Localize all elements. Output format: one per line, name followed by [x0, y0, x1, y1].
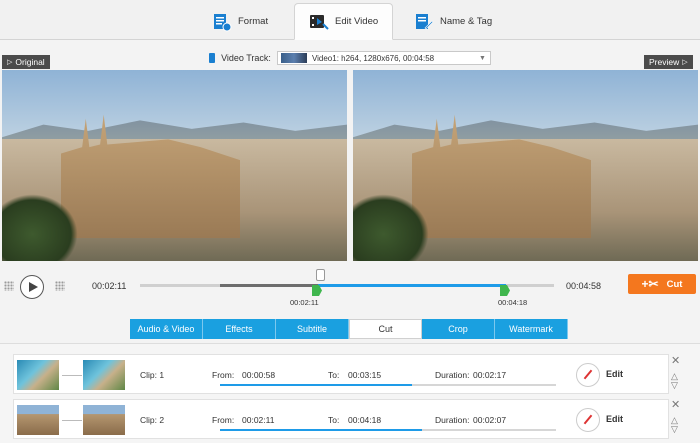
tab-subtitle[interactable]: Subtitle [276, 319, 349, 339]
tab-edit-video[interactable]: Edit Video [294, 3, 394, 40]
clip-1-duration-label: Duration: [435, 370, 470, 380]
start-marker-time: 00:02:11 [290, 298, 319, 307]
cut-button-label: Cut [666, 278, 683, 290]
end-marker-time: 00:04:18 [498, 298, 528, 307]
clip-row-2[interactable]: Clip: 2 From: 00:02:11 To: 00:04:18 Dura… [13, 399, 669, 439]
tab-edit-video-label: Edit Video [335, 16, 379, 27]
play-small-icon: ▷ [7, 59, 13, 66]
cut-button[interactable]: +✂ Cut [628, 274, 696, 294]
tab-crop[interactable]: Crop [422, 319, 495, 339]
clip-row-1[interactable]: Clip: 1 From: 00:00:58 To: 00:03:15 Dura… [13, 354, 669, 394]
edit-pencil-icon[interactable] [576, 363, 600, 387]
left-grip-icon[interactable] [4, 281, 14, 291]
clip-1-name: Clip: 1 [140, 370, 165, 380]
video-track-select[interactable]: Video1: h264, 1280x676, 00:04:58 ▼ [276, 51, 491, 65]
clip-list: Clip: 1 From: 00:00:58 To: 00:03:15 Dura… [0, 343, 700, 443]
clip-2-edit-button[interactable]: Edit [606, 414, 623, 424]
scissors-icon: +✂ [641, 277, 659, 291]
tab-format-label: Format [238, 16, 269, 27]
clip-2-to: 00:04:18 [348, 415, 382, 425]
video-track-thumbnail [280, 53, 307, 63]
edit-tab-bar: Audio & Video Effects Subtitle Cut Crop … [130, 319, 568, 339]
tab-effects[interactable]: Effects [203, 319, 276, 339]
preview-video-frame [353, 70, 698, 261]
chevron-down-icon: ▼ [479, 55, 486, 62]
clip-2-progress [220, 429, 556, 431]
current-time: 00:02:11 [92, 281, 127, 291]
edit-pencil-icon[interactable] [576, 408, 600, 432]
clip-1-to-label: To: [328, 370, 340, 380]
clip-2-end-thumbnail [83, 405, 125, 435]
video-file-icon [209, 53, 216, 63]
video-track-row: Video Track: Video1: h264, 1280x676, 00:… [0, 48, 700, 68]
clip-2-from-label: From: [212, 415, 235, 425]
clip-1-from-label: From: [212, 370, 235, 380]
clip-connector [62, 420, 82, 421]
edit-video-icon [309, 12, 329, 32]
tab-name-tag-label: Name & Tag [440, 16, 493, 27]
preview-tag: Preview ▷ [644, 55, 693, 69]
play-button[interactable] [20, 275, 44, 299]
playhead-handle[interactable] [316, 269, 325, 281]
close-icon[interactable]: ✕ [671, 400, 680, 411]
tab-name-tag[interactable]: Name & Tag [414, 3, 492, 40]
clip-connector [62, 375, 82, 376]
clip-1-edit-button[interactable]: Edit [606, 369, 623, 379]
end-time: 00:04:58 [566, 281, 602, 291]
clip-1-from: 00:00:58 [242, 370, 276, 380]
tab-watermark[interactable]: Watermark [495, 319, 568, 339]
move-down-icon[interactable]: ▽ [671, 381, 678, 390]
transport-bar: 00:02:11 00:02:11 00:04:18 00:04:58 +✂ C… [0, 262, 700, 310]
tab-cut[interactable]: Cut [349, 319, 422, 339]
tab-format[interactable]: Format [212, 3, 268, 40]
original-video-frame [2, 70, 347, 261]
original-tag: ▷ Original [2, 55, 50, 69]
play-small-icon: ▷ [682, 59, 688, 66]
clip-2-start-thumbnail [17, 405, 59, 435]
clip-1-progress [220, 384, 556, 386]
video-track-label: Video Track: [221, 53, 271, 63]
tab-audio-video[interactable]: Audio & Video [130, 319, 203, 339]
clip-2-to-label: To: [328, 415, 340, 425]
clip-2-from: 00:02:11 [242, 415, 275, 425]
name-tag-icon [414, 12, 434, 32]
clip-1-start-thumbnail [17, 360, 59, 390]
right-grip-icon[interactable] [55, 281, 65, 291]
clip-1-duration: 00:02:17 [473, 370, 507, 380]
move-down-icon[interactable]: ▽ [671, 425, 678, 434]
clip-2-duration: 00:02:07 [473, 415, 507, 425]
top-tab-bar: Format Edit Video Name & Tag [0, 0, 700, 40]
close-icon[interactable]: ✕ [671, 356, 680, 367]
clip-2-name: Clip: 2 [140, 415, 165, 425]
video-track-value: Video1: h264, 1280x676, 00:04:58 [311, 53, 435, 63]
clip-2-duration-label: Duration: [435, 415, 470, 425]
clip-1-end-thumbnail [83, 360, 125, 390]
original-label: Original [15, 57, 45, 67]
format-icon [212, 12, 232, 32]
timeline-track[interactable] [140, 284, 554, 287]
preview-label: Preview [649, 57, 680, 67]
clip-1-to: 00:03:15 [348, 370, 382, 380]
